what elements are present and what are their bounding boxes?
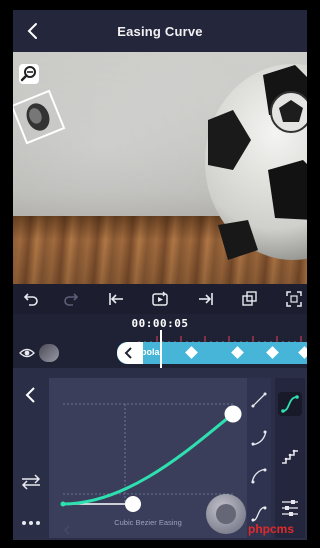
jump-to-end-icon xyxy=(199,293,213,305)
control-point-2 xyxy=(224,405,242,423)
steps-curve-icon xyxy=(282,449,298,464)
playback-toolbar xyxy=(13,284,307,314)
keyframe-list-icon xyxy=(282,500,298,516)
keyframe-marker[interactable] xyxy=(298,346,307,359)
eye-icon xyxy=(19,348,35,358)
zoom-button[interactable] xyxy=(19,64,39,84)
assistive-touch-inner xyxy=(216,504,236,524)
panel-back-button[interactable] xyxy=(23,386,39,404)
keyframe-marker[interactable] xyxy=(185,346,198,359)
prev-page-icon xyxy=(64,525,70,535)
bezier-curve-icon xyxy=(281,395,299,413)
fullscreen-button[interactable] xyxy=(285,290,303,308)
chevron-left-icon xyxy=(124,347,132,359)
keyframe-marker[interactable] xyxy=(231,346,244,359)
clip-trim-handle[interactable] xyxy=(117,342,143,364)
track-thumbnail[interactable] xyxy=(39,344,59,362)
redo-icon xyxy=(64,293,79,306)
preset-ease-in[interactable] xyxy=(249,390,269,410)
preset-ease-in-out[interactable] xyxy=(249,466,269,486)
timecode: 00:00:05 xyxy=(131,317,189,330)
assistive-touch-button[interactable] xyxy=(206,494,246,534)
swap-arrows-icon xyxy=(21,474,41,490)
timeline-clip[interactable]: bola xyxy=(117,342,307,364)
preset-ease-out[interactable] xyxy=(249,428,269,448)
loop-play-button[interactable] xyxy=(151,290,169,308)
ease-custom-icon xyxy=(251,506,267,522)
redo-button[interactable] xyxy=(63,290,81,308)
clip-label: bola xyxy=(141,347,160,357)
watermark: phpcms xyxy=(248,522,295,536)
easing-curve-path xyxy=(62,412,234,506)
jump-to-start-icon xyxy=(109,293,123,305)
screen-frame: Easing Curve 00:00:05 bola Cubic Bezier … xyxy=(0,0,320,548)
more-button[interactable] xyxy=(21,514,41,525)
preset-custom[interactable] xyxy=(249,504,269,524)
easing-panel: Cubic Bezier Easing xyxy=(13,368,307,540)
swap-button[interactable] xyxy=(19,472,43,492)
undo-button[interactable] xyxy=(21,290,39,308)
curve-mode-tabs xyxy=(275,378,305,538)
magnify-minus-icon xyxy=(20,66,36,82)
video-preview[interactable] xyxy=(13,52,307,284)
ease-in-icon xyxy=(251,392,267,408)
mode-bezier[interactable] xyxy=(278,392,302,416)
jump-end-button[interactable] xyxy=(197,290,215,308)
app-window: Easing Curve 00:00:05 bola Cubic Bezier … xyxy=(13,10,307,540)
chevron-left-icon xyxy=(25,387,35,403)
undo-icon xyxy=(23,293,38,306)
curve-start-point xyxy=(60,501,66,507)
easing-presets xyxy=(247,378,271,538)
soccer-ball-image xyxy=(205,64,307,260)
fullscreen-icon xyxy=(286,291,302,307)
visibility-toggle[interactable] xyxy=(19,346,35,360)
control-point-1 xyxy=(125,496,141,512)
mode-steps[interactable] xyxy=(278,444,302,468)
copy-frame-icon xyxy=(242,291,257,306)
page-title: Easing Curve xyxy=(117,24,203,39)
more-dots-icon xyxy=(22,521,40,525)
playhead[interactable] xyxy=(160,330,162,370)
keyframe-marker[interactable] xyxy=(266,346,279,359)
mode-keyframe-list[interactable] xyxy=(278,496,302,520)
ease-out-icon xyxy=(251,430,267,446)
jump-start-button[interactable] xyxy=(107,290,125,308)
curve-type-label: Cubic Bezier Easing xyxy=(114,518,182,527)
title-bar: Easing Curve xyxy=(13,10,307,52)
loop-play-icon xyxy=(152,291,168,306)
ease-in-out-icon xyxy=(251,468,267,484)
copy-frame-button[interactable] xyxy=(241,290,259,308)
